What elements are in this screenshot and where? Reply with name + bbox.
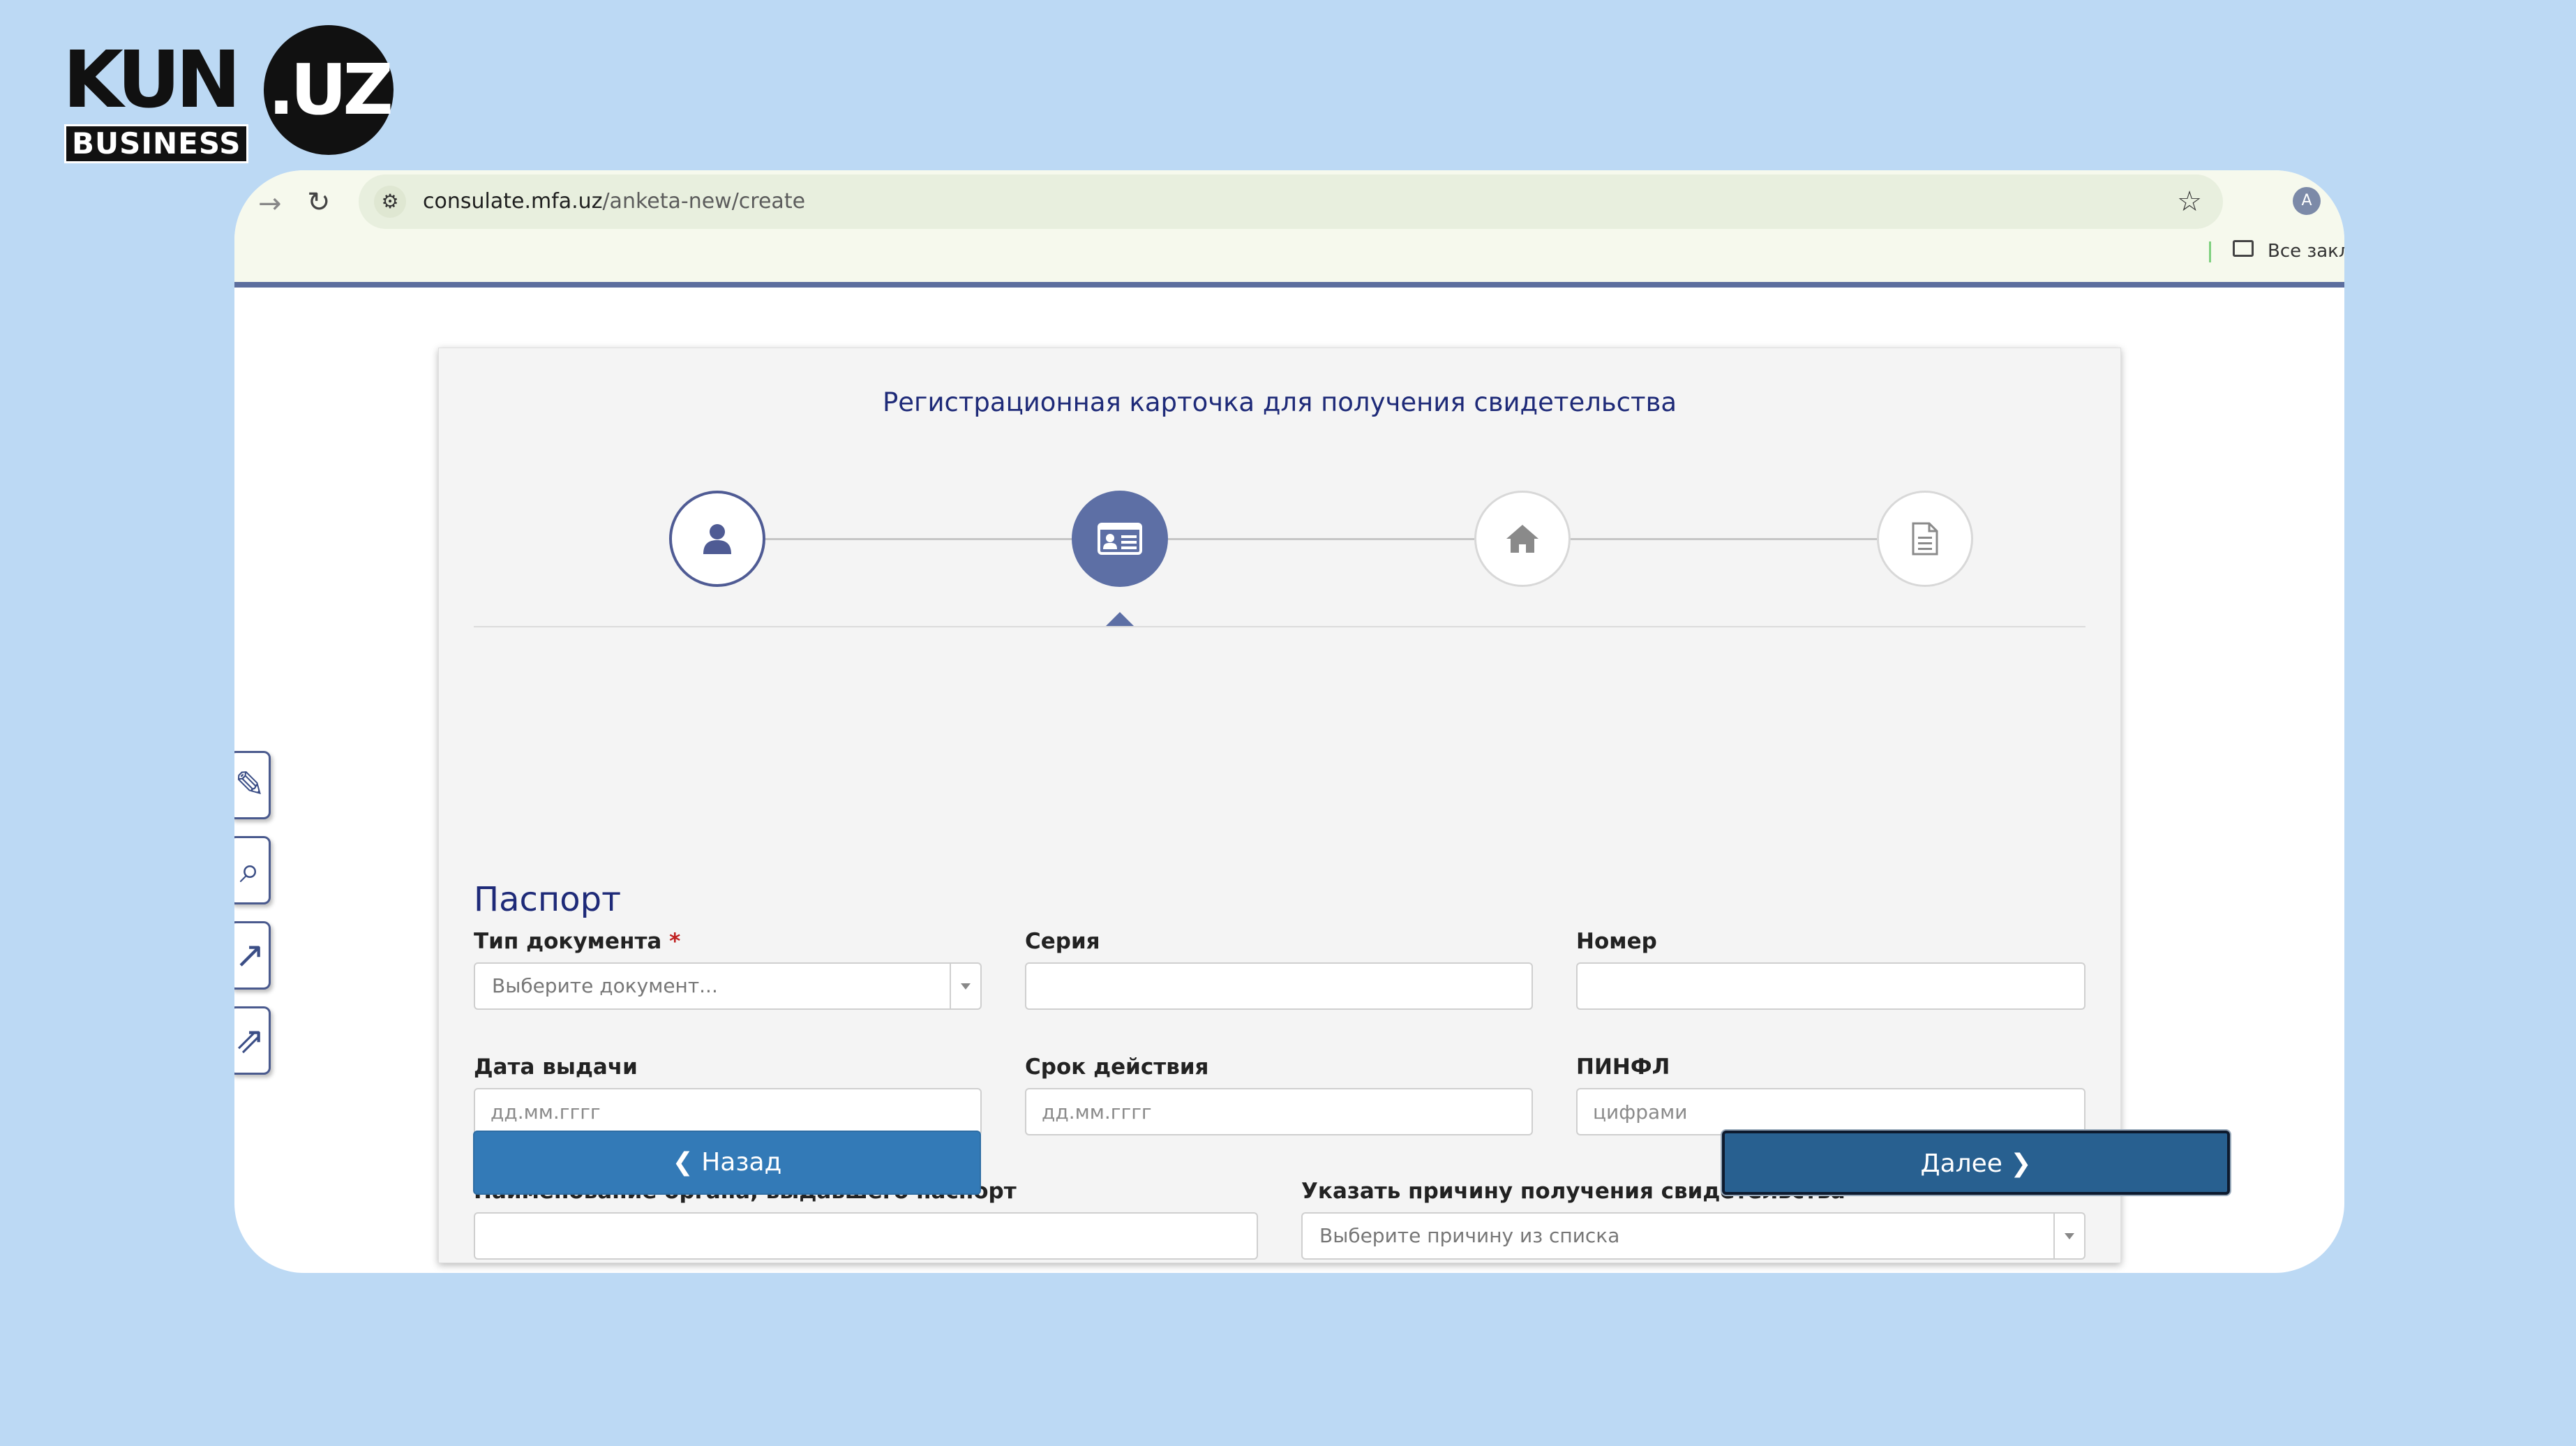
- next-button[interactable]: Далее ❯: [1722, 1131, 2230, 1195]
- logo-kun-text: KUN: [63, 35, 241, 126]
- kun-uz-business-logo: KUN .UZ BUSINESS: [63, 25, 398, 163]
- back-button-label: Назад: [701, 1148, 782, 1177]
- all-bookmarks-label[interactable]: Все закла: [2268, 239, 2344, 264]
- url-host: consulate.mfa.uz: [423, 189, 603, 214]
- profile-avatar[interactable]: A: [2293, 187, 2321, 215]
- chevron-left-icon: ❮: [672, 1148, 694, 1177]
- url-path: /anketa-new/create: [602, 189, 806, 214]
- next-button-label: Далее: [1920, 1149, 2002, 1178]
- logo-business-text: BUSINESS: [64, 124, 249, 163]
- reload-icon[interactable]: ↻: [307, 184, 331, 221]
- side-edit-icon[interactable]: ✎: [234, 751, 271, 819]
- browser-chrome: → ↻ ⚙ consulate.mfa.uz/anketa-new/create…: [234, 170, 2344, 288]
- site-settings-icon[interactable]: ⚙: [374, 186, 406, 218]
- back-button[interactable]: ❮ Назад: [473, 1131, 981, 1195]
- url-text[interactable]: consulate.mfa.uz/anketa-new/create: [423, 174, 805, 229]
- side-search-icon[interactable]: ⌕: [234, 836, 271, 904]
- chevron-right-icon: ❯: [2010, 1149, 2032, 1178]
- side-share-icon[interactable]: ↗: [234, 921, 271, 990]
- button-layer: ❮ Назад Далее ❯: [438, 348, 2230, 1262]
- bookmarks-separator: [2209, 241, 2211, 262]
- folder-icon[interactable]: [2233, 240, 2254, 257]
- logo-uz-circle: .UZ: [264, 25, 394, 155]
- page-top-border: [234, 282, 2344, 288]
- forward-icon[interactable]: →: [258, 186, 282, 222]
- side-export-icon[interactable]: ⇗: [234, 1006, 271, 1075]
- address-bar[interactable]: ⚙ consulate.mfa.uz/anketa-new/create ☆: [359, 174, 2223, 229]
- bookmark-star-icon[interactable]: ☆: [2177, 174, 2202, 229]
